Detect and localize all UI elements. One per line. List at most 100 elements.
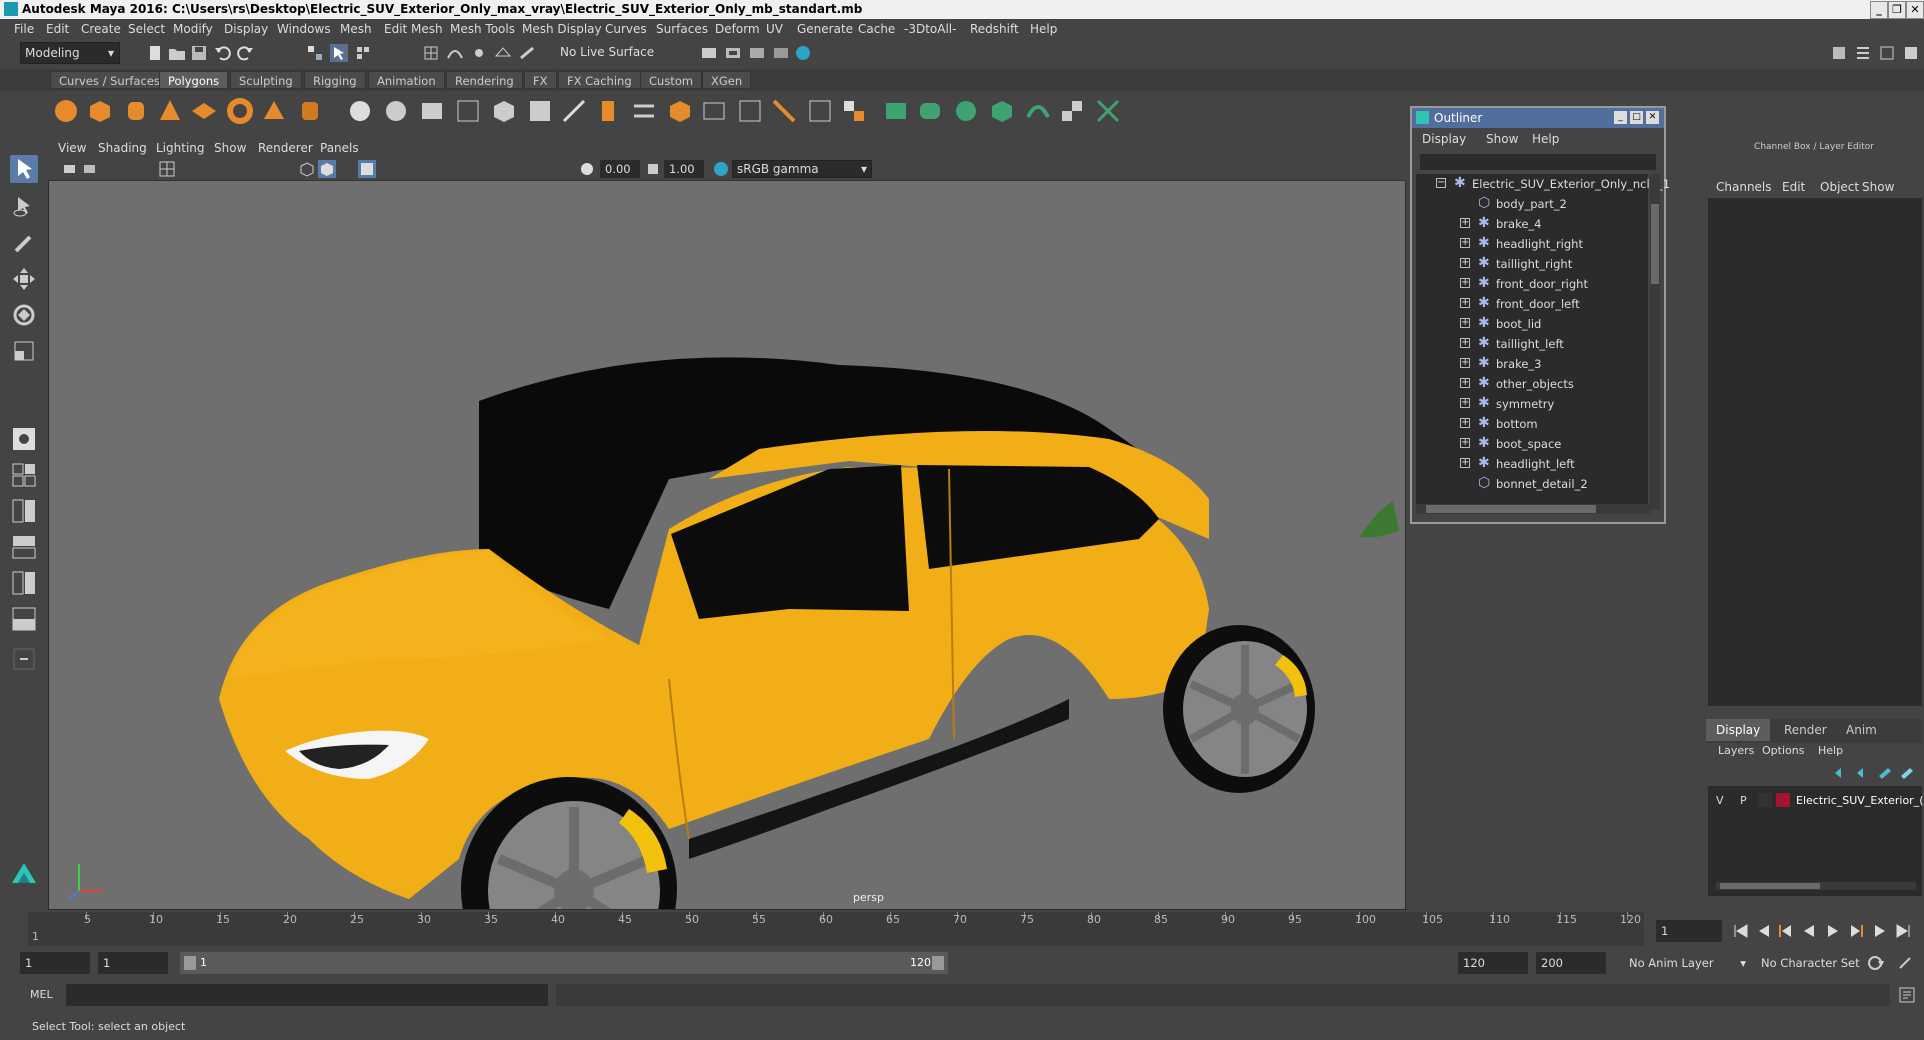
- menu-generate[interactable]: Generate: [797, 22, 853, 36]
- time-slider[interactable]: 1 5 10 15 20 25 30 35 40 45 50 55 60 65 …: [28, 912, 1644, 946]
- poly-pyramid-icon[interactable]: [260, 97, 288, 125]
- expand-icon[interactable]: +: [1460, 418, 1470, 428]
- redo-icon[interactable]: [236, 44, 254, 62]
- step-back-frame-icon[interactable]: [1776, 922, 1794, 940]
- command-language-toggle[interactable]: MEL: [30, 988, 53, 1001]
- insert-edge-loop-icon[interactable]: [736, 97, 764, 125]
- cylindrical-mapping-icon[interactable]: [916, 97, 944, 125]
- expand-icon[interactable]: +: [1460, 338, 1470, 348]
- move-layer-down-icon[interactable]: [1854, 764, 1872, 782]
- render-view-icon[interactable]: [700, 44, 718, 62]
- outliner-item[interactable]: ⬡ body_part_2: [1416, 194, 1648, 214]
- persp-graph-layout-icon[interactable]: [10, 569, 38, 597]
- menu-cache[interactable]: Cache: [858, 22, 895, 36]
- persp-outliner-layout-icon[interactable]: [10, 533, 38, 561]
- poly-sphere-icon[interactable]: [52, 97, 80, 125]
- go-to-end-icon[interactable]: [1894, 922, 1912, 940]
- tab-sculpting[interactable]: Sculpting: [230, 71, 302, 89]
- step-forward-key-icon[interactable]: [1872, 922, 1890, 940]
- outliner-item[interactable]: + ✱ headlight_right: [1416, 234, 1648, 254]
- outliner-item[interactable]: ⬡ bonnet_detail_2: [1416, 474, 1648, 494]
- extrude-icon[interactable]: [594, 97, 622, 125]
- separate-icon[interactable]: [382, 97, 410, 125]
- new-scene-icon[interactable]: [146, 44, 164, 62]
- snap-view-plane-icon[interactable]: [494, 44, 512, 62]
- outliner-item[interactable]: + ✱ taillight_left: [1416, 334, 1648, 354]
- play-backward-icon[interactable]: [1800, 922, 1818, 940]
- move-layer-up-icon[interactable]: [1832, 764, 1850, 782]
- layer-tab-render[interactable]: Render: [1778, 719, 1833, 741]
- outliner-horizontal-scrollbar[interactable]: [1416, 504, 1650, 514]
- outliner-item[interactable]: + ✱ front_door_right: [1416, 274, 1648, 294]
- range-start-handle[interactable]: [184, 956, 196, 970]
- exposure-icon[interactable]: [578, 160, 596, 178]
- layer-tab-anim[interactable]: Anim: [1840, 719, 1883, 741]
- expand-icon[interactable]: +: [1460, 218, 1470, 228]
- menu-edit-mesh[interactable]: Edit Mesh: [384, 22, 443, 36]
- outliner-item[interactable]: + ✱ headlight_left: [1416, 454, 1648, 474]
- lasso-tool-icon[interactable]: [10, 193, 38, 221]
- channel-menu-channels[interactable]: Channels: [1716, 180, 1772, 194]
- ipr-render-icon[interactable]: [748, 44, 766, 62]
- perspective-viewport[interactable]: persp: [48, 138, 1406, 910]
- rotate-tool-icon[interactable]: [10, 301, 38, 329]
- boolean-icon[interactable]: [490, 97, 518, 125]
- camera-attributes-icon[interactable]: [82, 160, 100, 178]
- two-view-layout-icon[interactable]: [10, 497, 38, 525]
- menu-create[interactable]: Create: [81, 22, 121, 36]
- outliner-scroll-thumb[interactable]: [1651, 204, 1659, 284]
- play-forward-icon[interactable]: [1824, 922, 1842, 940]
- layer-menu-layers[interactable]: Layers: [1718, 744, 1754, 757]
- append-polygon-icon[interactable]: [666, 97, 694, 125]
- expand-icon[interactable]: +: [1460, 258, 1470, 268]
- poly-cube-icon[interactable]: [86, 97, 114, 125]
- menu-surfaces[interactable]: Surfaces: [656, 22, 708, 36]
- outliner-menu-help[interactable]: Help: [1532, 132, 1559, 146]
- fill-hole-icon[interactable]: [700, 97, 728, 125]
- hypershade-icon[interactable]: [794, 44, 812, 62]
- menu-select[interactable]: Select: [128, 22, 165, 36]
- menu-edit[interactable]: Edit: [46, 22, 69, 36]
- open-scene-icon[interactable]: [168, 44, 186, 62]
- select-by-object-icon[interactable]: [330, 44, 348, 62]
- expand-icon[interactable]: +: [1460, 298, 1470, 308]
- expand-icon[interactable]: +: [1460, 398, 1470, 408]
- outliner-item[interactable]: + ✱ boot_space: [1416, 434, 1648, 454]
- outliner-title-bar[interactable]: Outliner _ □ ✕: [1412, 108, 1664, 128]
- command-input[interactable]: [66, 984, 548, 1006]
- outliner-search-input[interactable]: [1420, 154, 1656, 170]
- hypershade-layout-icon[interactable]: [10, 605, 38, 633]
- outliner-maximize-button[interactable]: □: [1630, 111, 1643, 124]
- live-surface-field[interactable]: No Live Surface: [556, 43, 660, 63]
- smooth-icon[interactable]: [454, 97, 482, 125]
- spherical-mapping-icon[interactable]: [952, 97, 980, 125]
- outliner-item[interactable]: + ✱ brake_3: [1416, 354, 1648, 374]
- outliner-menu-display[interactable]: Display: [1422, 132, 1466, 146]
- menu-file[interactable]: File: [14, 22, 34, 36]
- make-live-icon[interactable]: [518, 44, 536, 62]
- channel-menu-show[interactable]: Show: [1862, 180, 1894, 194]
- outliner-item[interactable]: + ✱ boot_lid: [1416, 314, 1648, 334]
- select-by-component-icon[interactable]: [354, 44, 372, 62]
- tab-animation[interactable]: Animation: [368, 71, 445, 89]
- animation-end-field[interactable]: 200: [1536, 952, 1606, 974]
- gamma-icon[interactable]: [644, 160, 662, 178]
- outliner-root-item[interactable]: − ✱ Electric_SUV_Exterior_Only_ncl1_1: [1416, 174, 1670, 194]
- select-tool-icon[interactable]: [10, 155, 38, 183]
- tab-rigging[interactable]: Rigging: [304, 71, 366, 89]
- layer-visibility-toggle[interactable]: V: [1716, 794, 1724, 807]
- unfold-icon[interactable]: [1094, 97, 1122, 125]
- poly-cylinder-icon[interactable]: [122, 97, 150, 125]
- expand-icon[interactable]: +: [1460, 438, 1470, 448]
- step-forward-frame-icon[interactable]: [1848, 922, 1866, 940]
- render-settings-icon[interactable]: [772, 44, 790, 62]
- poly-pipe-icon[interactable]: [296, 97, 324, 125]
- planar-mapping-icon[interactable]: [882, 97, 910, 125]
- bevel-icon[interactable]: [526, 97, 554, 125]
- animation-preferences-icon[interactable]: [1896, 954, 1914, 972]
- layer-hscrollbar[interactable]: [1716, 882, 1916, 890]
- menu-mesh-tools[interactable]: Mesh Tools: [450, 22, 515, 36]
- tab-fx[interactable]: FX: [524, 71, 557, 89]
- step-back-key-icon[interactable]: [1754, 922, 1772, 940]
- anim-layer-select[interactable]: No Anim Layer ▾: [1624, 952, 1748, 974]
